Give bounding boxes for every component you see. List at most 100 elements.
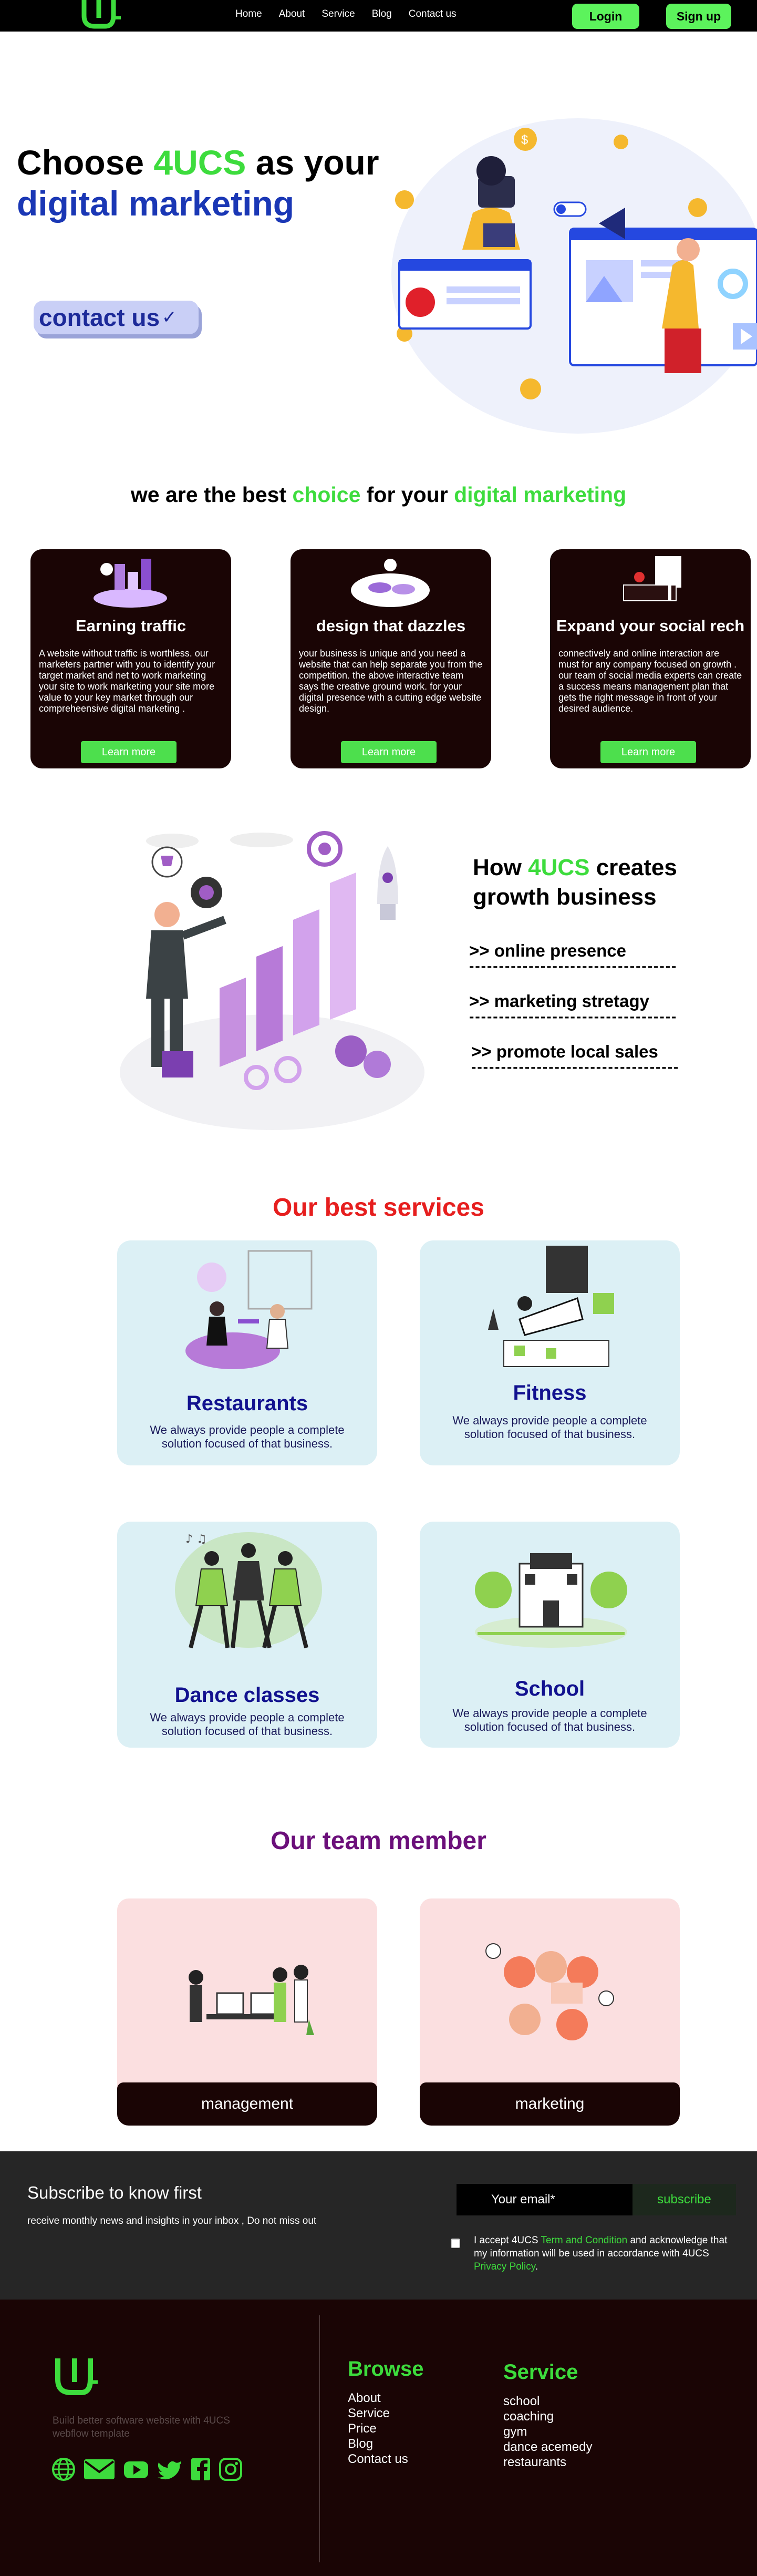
service-link[interactable]: school (503, 2394, 592, 2409)
service-title: School (514, 1677, 585, 1700)
service-title: Restaurants (186, 1392, 308, 1415)
restaurant-illustration (185, 1250, 313, 1369)
management-illustration (189, 1965, 314, 2035)
service-column-title: Service (503, 2361, 578, 2384)
service-text: We always provide people a complete solu… (452, 1707, 647, 1733)
best-title-d: digital marketing (454, 483, 627, 507)
nav-link-contact[interactable]: Contact us (409, 8, 457, 20)
how-divider: ----------------------------------- (469, 958, 678, 974)
browse-link[interactable]: Contact us (348, 2451, 424, 2467)
service-column: Service school coaching gym dance acemed… (503, 2361, 592, 2470)
signup-button[interactable]: Sign up (666, 4, 731, 29)
design-icon (351, 559, 430, 607)
service-card[interactable]: Restaurants We always provide people a c… (117, 1240, 377, 1465)
hero-line2: digital marketing (17, 184, 295, 223)
terms-link[interactable]: Term and Condition (541, 2235, 627, 2246)
service-card[interactable]: Fitness We always provide people a compl… (420, 1240, 680, 1465)
accept-text-c: . (535, 2261, 538, 2272)
feature-card-text: connectively and online interaction are … (558, 648, 742, 714)
feature-card-title: design that dazzles (316, 617, 466, 635)
service-link[interactable]: dance acemedy (503, 2439, 592, 2455)
hero-line1-b: as your (246, 143, 379, 182)
nav-link-home[interactable]: Home (235, 8, 262, 20)
how-title-b: creates (589, 855, 677, 880)
learn-more-button[interactable]: Learn more (81, 741, 177, 763)
subscribe-section: Subscribe to know first receive monthly … (0, 2151, 757, 2300)
service-link[interactable]: coaching (503, 2409, 592, 2424)
logo-icon[interactable] (79, 0, 122, 32)
pencil-icon: ✓ (162, 307, 177, 327)
nav-link-about[interactable]: About (279, 8, 305, 20)
nav-links: Home About Service Blog Contact us (235, 8, 457, 20)
growth-illustration (120, 831, 424, 1130)
feature-card-text: A website without traffic is worthless. … (39, 648, 215, 714)
service-link[interactable]: gym (503, 2424, 592, 2439)
instagram-icon[interactable] (219, 2457, 243, 2481)
feature-card: Earning traffic A website without traffi… (30, 549, 231, 768)
social-reach-icon (623, 556, 681, 601)
login-button[interactable]: Login (572, 4, 639, 29)
service-card[interactable]: ♪ ♫ Dance classes We always provide peop… (117, 1522, 377, 1748)
browse-link[interactable]: Blog (348, 2436, 424, 2451)
dance-illustration: ♪ ♫ (175, 1532, 322, 1648)
service-title: Dance classes (174, 1684, 320, 1707)
learn-more-button[interactable]: Learn more (600, 741, 696, 763)
privacy-link[interactable]: Privacy Policy (474, 2261, 535, 2272)
how-heading: How 4UCS creates growth business (473, 853, 677, 912)
feature-card-title: Expand your social rech (556, 617, 745, 635)
contact-us-label: contact us (39, 304, 160, 331)
top-nav: Home About Service Blog Contact us Login… (0, 0, 757, 32)
accept-checkbox[interactable] (451, 2239, 460, 2248)
best-title-b: choice (292, 483, 361, 507)
twitter-icon[interactable] (157, 2457, 183, 2481)
service-card[interactable]: School We always provide people a comple… (420, 1522, 680, 1748)
email-input[interactable]: Your email* (457, 2184, 632, 2215)
footer-tagline: Build better software website with 4UCS … (53, 2415, 230, 2439)
service-text: We always provide people a complete solu… (150, 1711, 345, 1738)
browse-link[interactable]: Service (348, 2406, 424, 2421)
best-choice-heading: we are the best choice for your digital … (0, 483, 757, 507)
team-card[interactable]: management (117, 1898, 377, 2126)
accept-text: I accept 4UCS Term and Condition and ack… (474, 2234, 742, 2273)
hero-illustration: $ (391, 118, 757, 434)
footer-divider (319, 2315, 320, 2562)
subscribe-button[interactable]: subscribe (632, 2184, 736, 2215)
team-card[interactable]: marketing (420, 1898, 680, 2126)
browse-link[interactable]: About (348, 2390, 424, 2406)
mail-icon[interactable] (83, 2457, 116, 2481)
service-link[interactable]: restaurants (503, 2455, 592, 2470)
feature-card-text: your business is unique and you need a w… (299, 648, 483, 714)
social-links (51, 2457, 243, 2481)
service-text: We always provide people a complete solu… (150, 1423, 345, 1450)
nav-link-blog[interactable]: Blog (372, 8, 392, 20)
how-title-c: growth business (473, 884, 657, 910)
youtube-icon[interactable] (123, 2457, 149, 2481)
nav-link-service[interactable]: Service (322, 8, 355, 20)
hero-brand: 4UCS (153, 143, 246, 182)
team-heading: Our team member (271, 1827, 486, 1855)
best-title-a: we are the best (130, 483, 293, 507)
facebook-icon[interactable] (190, 2457, 211, 2481)
subscribe-desc: receive monthly news and insights in you… (27, 2215, 317, 2226)
fitness-illustration (488, 1246, 614, 1367)
how-divider: ----------------------------------- (469, 1008, 678, 1024)
team-label: management (117, 2082, 377, 2126)
browse-title: Browse (348, 2357, 424, 2380)
globe-icon[interactable] (51, 2457, 76, 2481)
service-text: We always provide people a complete solu… (452, 1414, 647, 1441)
services-heading: Our best services (273, 1194, 484, 1222)
subscribe-title: Subscribe to know first (27, 2183, 202, 2202)
marketing-illustration (485, 1943, 614, 2040)
hero-heading: Choose 4UCS as your digital marketing (17, 142, 379, 224)
footer-logo-icon[interactable] (53, 2353, 98, 2400)
feature-card: design that dazzles your business is uni… (291, 549, 491, 768)
hero-line1-a: Choose (17, 143, 154, 182)
best-title-c: for your (360, 483, 454, 507)
browse-link[interactable]: Price (348, 2421, 424, 2436)
contact-us-button[interactable]: contact us ✓ (34, 301, 199, 334)
svg-text:$: $ (521, 133, 528, 147)
learn-more-button[interactable]: Learn more (341, 741, 437, 763)
how-divider: ----------------------------------- (471, 1059, 680, 1075)
hero-section: Choose 4UCS as your digital marketing co… (0, 32, 757, 442)
team-label: marketing (420, 2082, 680, 2126)
